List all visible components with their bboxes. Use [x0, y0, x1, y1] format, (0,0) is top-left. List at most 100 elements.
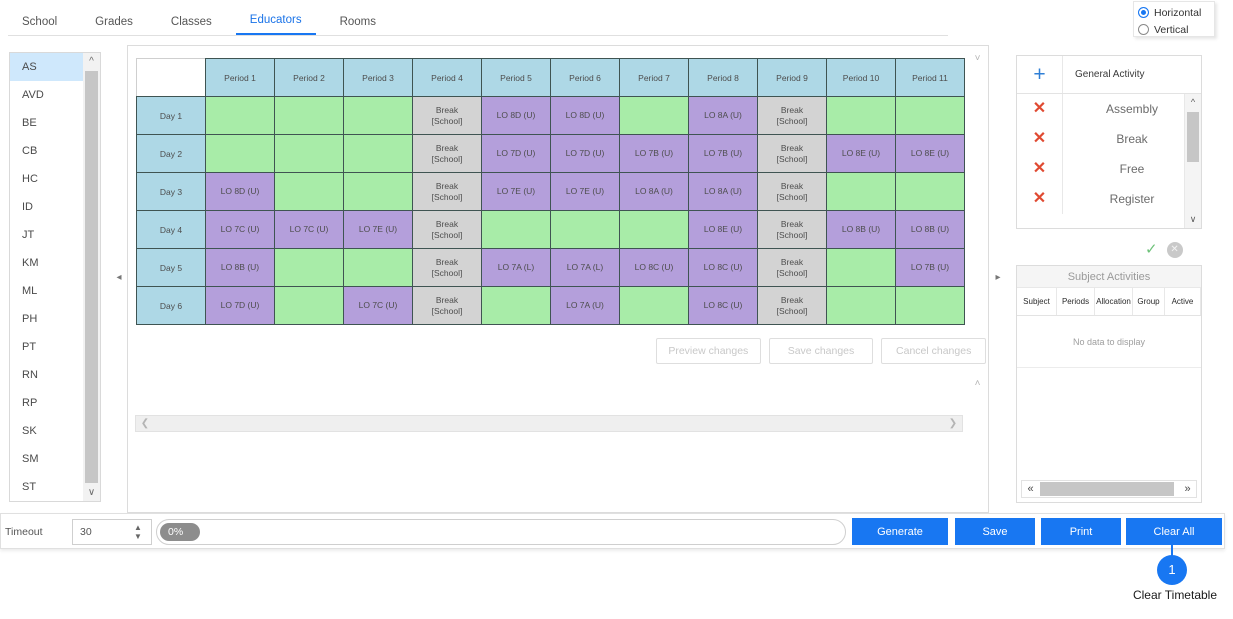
timetable-cell-free[interactable]: [343, 172, 413, 211]
hscroll-left-icon[interactable]: ❮: [137, 416, 153, 431]
tab-classes[interactable]: Classes: [157, 13, 226, 35]
timetable-cell-free[interactable]: [550, 210, 620, 249]
subject-activities-column-header[interactable]: Allocation: [1095, 288, 1133, 315]
subject-activities-column-header[interactable]: Group: [1133, 288, 1165, 315]
timetable-cell-lesson[interactable]: LO 7D (U): [481, 134, 551, 173]
timeout-stepper[interactable]: 30 ▲ ▼: [72, 519, 152, 545]
timetable-cell-lesson[interactable]: LO 7E (U): [481, 172, 551, 211]
timetable-cell-break[interactable]: Break [School]: [412, 286, 482, 325]
ga-scroll-down-icon[interactable]: ∨: [1185, 212, 1201, 227]
timetable-cell-free[interactable]: [826, 96, 896, 135]
timetable-cell-lesson[interactable]: LO 8A (U): [688, 172, 758, 211]
remove-activity-icon[interactable]: ✕: [1017, 124, 1063, 154]
general-activity-scrollbar[interactable]: ^ ∨: [1184, 94, 1201, 228]
save-changes-button[interactable]: Save changes: [768, 338, 874, 364]
timetable-cell-lesson[interactable]: LO 7D (U): [550, 134, 620, 173]
timetable-cell-free[interactable]: [481, 286, 551, 325]
timetable-cell-free[interactable]: [895, 286, 965, 325]
remove-activity-icon[interactable]: ✕: [1017, 154, 1063, 184]
timetable-cell-lesson[interactable]: LO 7A (U): [550, 286, 620, 325]
timetable-cell-free[interactable]: [619, 286, 689, 325]
tab-grades[interactable]: Grades: [81, 13, 147, 35]
radio-button-icon[interactable]: [1138, 24, 1149, 35]
timetable-cell-free[interactable]: [343, 134, 413, 173]
timetable-cell-free[interactable]: [274, 134, 344, 173]
timetable-cell-lesson[interactable]: LO 7D (U): [205, 286, 275, 325]
timetable-cell-free[interactable]: [481, 210, 551, 249]
ga-scroll-up-icon[interactable]: ^: [1185, 95, 1201, 110]
timetable-cell-lesson[interactable]: LO 8C (U): [619, 248, 689, 287]
timetable-cell-free[interactable]: [619, 210, 689, 249]
timetable-cell-break[interactable]: Break [School]: [757, 172, 827, 211]
timetable-cell-free[interactable]: [274, 172, 344, 211]
timetable-cell-lesson[interactable]: LO 8B (U): [205, 248, 275, 287]
timetable-cell-lesson[interactable]: LO 7B (U): [895, 248, 965, 287]
timetable-cell-lesson[interactable]: LO 7A (L): [481, 248, 551, 287]
subject-activities-column-header[interactable]: Subject: [1017, 288, 1057, 315]
scroll-down-icon[interactable]: ∨: [83, 484, 100, 501]
timetable-cell-free[interactable]: [826, 248, 896, 287]
tab-rooms[interactable]: Rooms: [326, 13, 390, 35]
timetable-cell-lesson[interactable]: LO 7A (L): [550, 248, 620, 287]
timetable-cell-free[interactable]: [274, 248, 344, 287]
timetable-cell-lesson[interactable]: LO 8D (U): [205, 172, 275, 211]
timetable-cell-lesson[interactable]: LO 8E (U): [826, 134, 896, 173]
sa-scroll-thumb[interactable]: [1040, 482, 1174, 496]
timetable-cell-free[interactable]: [343, 96, 413, 135]
timetable-cell-lesson[interactable]: LO 8A (U): [688, 96, 758, 135]
remove-activity-icon[interactable]: ✕: [1017, 184, 1063, 214]
timetable-cell-lesson[interactable]: LO 8D (U): [550, 96, 620, 135]
stepper-arrows-icon[interactable]: ▲ ▼: [132, 523, 144, 541]
add-activity-icon[interactable]: +: [1017, 56, 1063, 93]
timetable-cell-free[interactable]: [343, 248, 413, 287]
timetable-cell-break[interactable]: Break [School]: [412, 172, 482, 211]
generate-button[interactable]: Generate: [852, 518, 948, 545]
timetable-cell-break[interactable]: Break [School]: [412, 210, 482, 249]
timetable-cell-free[interactable]: [895, 172, 965, 211]
remove-activity-icon[interactable]: ✕: [1017, 94, 1063, 124]
timetable-cell-free[interactable]: [895, 96, 965, 135]
sa-scroll-left-icon[interactable]: «: [1022, 481, 1039, 497]
subject-activities-hscrollbar[interactable]: « »: [1021, 480, 1197, 498]
timetable-cell-lesson[interactable]: LO 7E (U): [343, 210, 413, 249]
timetable-cell-lesson[interactable]: LO 8C (U): [688, 248, 758, 287]
timetable-cell-break[interactable]: Break [School]: [757, 248, 827, 287]
timetable-cell-free[interactable]: [826, 172, 896, 211]
timetable-cell-lesson[interactable]: LO 8E (U): [688, 210, 758, 249]
timetable-horizontal-scrollbar[interactable]: ❮ ❯: [135, 415, 963, 432]
timeout-value[interactable]: 30: [80, 526, 92, 538]
timetable-cell-lesson[interactable]: LO 7C (U): [343, 286, 413, 325]
timetable-cell-break[interactable]: Break [School]: [757, 134, 827, 173]
timetable-cell-lesson[interactable]: LO 8E (U): [895, 134, 965, 173]
ga-scroll-thumb[interactable]: [1187, 112, 1199, 162]
tab-educators[interactable]: Educators: [235, 11, 316, 35]
collapse-right-icon[interactable]: ▸: [992, 271, 1004, 285]
hscroll-right-icon[interactable]: ❯: [945, 416, 961, 431]
timetable-cell-break[interactable]: Break [School]: [412, 248, 482, 287]
radio-horizontal[interactable]: Horizontal: [1138, 5, 1210, 20]
clear-all-button[interactable]: Clear All: [1126, 518, 1222, 545]
subject-activities-column-header[interactable]: Active: [1165, 288, 1201, 315]
subject-activities-column-header[interactable]: Periods: [1057, 288, 1095, 315]
timetable-cell-break[interactable]: Break [School]: [757, 286, 827, 325]
scroll-up-icon[interactable]: ^: [83, 53, 100, 70]
tab-school[interactable]: School: [8, 13, 71, 35]
timetable-cell-lesson[interactable]: LO 8D (U): [481, 96, 551, 135]
timetable-cell-break[interactable]: Break [School]: [757, 96, 827, 135]
preview-changes-button[interactable]: Preview changes: [656, 338, 761, 364]
timetable-cell-lesson[interactable]: LO 7C (U): [205, 210, 275, 249]
timetable-cell-lesson[interactable]: LO 8C (U): [688, 286, 758, 325]
general-activity-item[interactable]: ✕ Free: [1017, 154, 1201, 184]
confirm-icon[interactable]: ✓: [1145, 242, 1158, 257]
sa-scroll-right-icon[interactable]: »: [1179, 481, 1196, 497]
timetable-cell-free[interactable]: [826, 286, 896, 325]
collapse-left-icon[interactable]: ◂: [113, 271, 125, 285]
timetable-cell-break[interactable]: Break [School]: [412, 134, 482, 173]
timetable-cell-break[interactable]: Break [School]: [412, 96, 482, 135]
timetable-cell-lesson[interactable]: LO 7B (U): [688, 134, 758, 173]
timetable-cell-lesson[interactable]: LO 8B (U): [826, 210, 896, 249]
general-activity-item[interactable]: ✕ Break: [1017, 124, 1201, 154]
timetable-cell-lesson[interactable]: LO 7C (U): [274, 210, 344, 249]
timetable-grid[interactable]: Period 1 Period 2 Period 3 Period 4 Period 5…: [136, 58, 965, 325]
timetable-cell-lesson[interactable]: LO 7B (U): [619, 134, 689, 173]
